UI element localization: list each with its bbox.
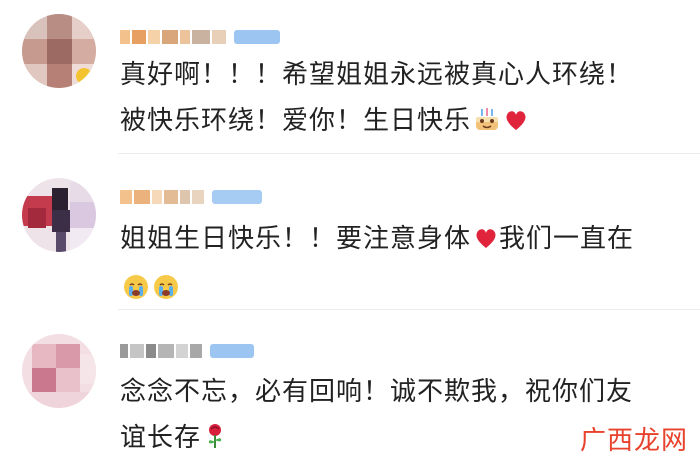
comment-line-1-text-b: 我们一直在 <box>499 224 635 254</box>
rose-emoji <box>203 419 227 465</box>
comment-line-1-text-a: 姐姐生日快乐！！要注意身体 <box>120 224 472 254</box>
comment-line-1: 念念不忘，必有回响！诚不欺我，祝你们友 <box>120 377 634 407</box>
comment-line-2-text: 谊长存 <box>120 423 202 453</box>
comment-line-2: 被快乐环绕！爱你！生日快乐 <box>120 98 690 148</box>
comment-divider <box>118 309 700 310</box>
avatar[interactable] <box>22 178 96 252</box>
red-heart-emoji <box>473 220 499 266</box>
site-watermark: 广西龙网 <box>579 426 688 456</box>
username-blurred[interactable] <box>120 340 254 362</box>
vip-badge <box>234 30 280 44</box>
username-blurred[interactable] <box>120 26 280 48</box>
vip-badge <box>212 190 262 204</box>
comment-line-1: 姐姐生日快乐！！要注意身体 我们一直在 <box>120 216 690 266</box>
avatar-image <box>22 178 96 252</box>
comment-line-2-text: 被快乐环绕！爱你！生日快乐 <box>120 106 472 136</box>
avatar-image <box>22 14 96 88</box>
username-blurred[interactable] <box>120 186 262 208</box>
comment-text: 真好啊！！！希望姐姐永远被真心人环绕！ 被快乐环绕！爱你！生日快乐 <box>120 52 690 148</box>
birthday-cake-emoji <box>473 102 501 148</box>
comment-line-1: 真好啊！！！希望姐姐永远被真心人环绕！ <box>120 60 634 90</box>
comment-divider <box>118 153 700 154</box>
comment-text: 姐姐生日快乐！！要注意身体 我们一直在 <box>120 216 690 316</box>
avatar-image <box>22 334 96 408</box>
avatar[interactable] <box>22 334 96 408</box>
vip-badge <box>210 344 254 358</box>
red-heart-emoji <box>503 102 529 148</box>
avatar[interactable] <box>22 14 96 88</box>
